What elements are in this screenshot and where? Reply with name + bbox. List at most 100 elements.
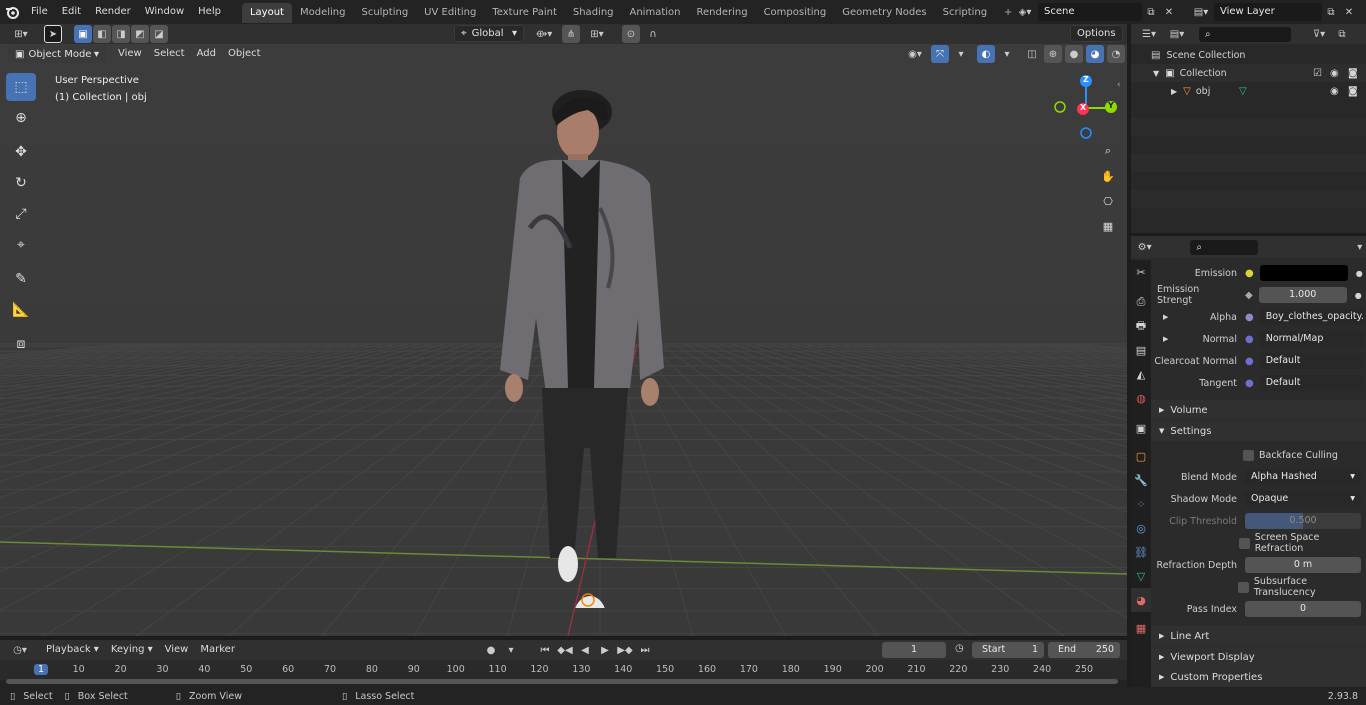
tab-animation[interactable]: Animation — [622, 3, 689, 23]
clearcoat-normal-field[interactable]: Default — [1259, 353, 1364, 369]
scene-new-icon[interactable]: ⧉ — [1142, 3, 1160, 21]
backface-culling-checkbox[interactable] — [1243, 449, 1254, 461]
proportional-edit-icon[interactable]: ⊙ — [622, 25, 640, 43]
gizmo-toggle-icon[interactable]: ⤧ — [931, 45, 949, 63]
menu-help[interactable]: Help — [191, 0, 228, 24]
outliner-search-field[interactable]: ⌕ — [1199, 26, 1291, 42]
editor-type-icon[interactable]: ⊞▾ — [6, 25, 36, 43]
tab-texture-paint[interactable]: Texture Paint — [484, 3, 565, 23]
properties-search-field[interactable]: ⌕ — [1190, 239, 1258, 255]
keyframe-dot-icon[interactable]: ● — [1356, 269, 1363, 278]
view-layer-tab-icon[interactable]: ▤ — [1131, 338, 1151, 362]
timeline-menu-view[interactable]: View — [159, 641, 195, 659]
mesh-data-icon[interactable]: ▽ — [1239, 86, 1247, 97]
snap-element-icon[interactable]: ⊞▾ — [584, 25, 610, 43]
sidebar-toggle-icon[interactable]: ‹ — [1117, 80, 1121, 90]
eye-icon[interactable]: ◉ — [1330, 86, 1339, 97]
xray-toggle-icon[interactable]: ◫ — [1023, 45, 1041, 63]
gizmo-dropdown-icon[interactable]: ▾ — [952, 45, 970, 63]
filter-icon[interactable]: ⊽▾ — [1305, 25, 1333, 43]
mode-new-icon[interactable]: ▣ — [74, 25, 92, 43]
tab-uv-editing[interactable]: UV Editing — [416, 3, 484, 23]
record-icon[interactable]: ● — [482, 641, 500, 659]
mode-dropdown[interactable]: ▣ Object Mode ▾ — [8, 45, 106, 63]
blender-logo-icon[interactable] — [0, 0, 24, 24]
ssr-checkbox[interactable] — [1239, 537, 1250, 549]
scene-tab-icon[interactable]: ◭ — [1131, 362, 1151, 386]
emission-color-swatch[interactable] — [1259, 265, 1348, 281]
navigation-gizmo[interactable]: Z Y X — [1052, 72, 1120, 140]
subsurface-row[interactable]: Subsurface Translucency — [1151, 576, 1366, 598]
annotate-tool-icon[interactable]: ✎ — [6, 265, 36, 293]
tab-layout[interactable]: Layout — [241, 3, 292, 23]
outliner-editor-type-icon[interactable]: ☰▾ — [1135, 25, 1163, 43]
active-tool-select-icon[interactable]: ➤ — [44, 25, 62, 43]
data-tab-icon[interactable]: ▽ — [1131, 564, 1151, 588]
timeline-menu-playback[interactable]: Playback ▾ — [40, 641, 105, 659]
camera-icon[interactable]: ◙ — [1348, 68, 1358, 79]
menu-window[interactable]: Window — [138, 0, 191, 24]
clip-threshold-slider[interactable]: 0.500 — [1245, 513, 1361, 529]
timeline-menu-keying[interactable]: Keying ▾ — [105, 641, 159, 659]
menu-render[interactable]: Render — [88, 0, 138, 24]
display-mode-icon[interactable]: ▤▾ — [1163, 25, 1191, 43]
timeline-scrollbar[interactable] — [6, 679, 1118, 684]
menu-file[interactable]: File — [24, 0, 55, 24]
tab-shading[interactable]: Shading — [565, 3, 622, 23]
pan-hand-icon[interactable]: ✋ — [1097, 165, 1119, 187]
camera-view-icon[interactable]: ⎔ — [1097, 190, 1119, 212]
next-keyframe-icon[interactable]: ▶◆ — [616, 641, 634, 659]
transform-tool-icon[interactable]: ⌖ — [6, 231, 36, 259]
properties-editor-type-icon[interactable]: ⚙▾ — [1135, 238, 1154, 256]
refraction-depth-field[interactable]: 0 m — [1245, 557, 1361, 573]
particles-tab-icon[interactable]: ⁘ — [1131, 492, 1151, 516]
volume-section-header[interactable]: ▶ Volume — [1151, 400, 1366, 420]
viewport-menu-object[interactable]: Object — [222, 45, 267, 63]
outliner-row-scene-collection[interactable]: ▤ Scene Collection — [1131, 46, 1366, 64]
mode-subtract-icon[interactable]: ◨ — [112, 25, 130, 43]
prev-keyframe-icon[interactable]: ◆◀ — [556, 641, 574, 659]
current-frame-field[interactable]: 1 — [882, 642, 946, 658]
object-tab-icon[interactable]: ▢ — [1131, 444, 1151, 468]
emission-strength-field[interactable]: 1.000 — [1258, 287, 1347, 303]
settings-section-header[interactable]: ▼ Settings — [1151, 421, 1366, 441]
visibility-icon[interactable]: ◉▾ — [902, 45, 928, 63]
view-layer-new-icon[interactable]: ⧉ — [1322, 3, 1340, 21]
timeline-editor-type-icon[interactable]: ◷▾ — [6, 641, 34, 659]
keyframe-dot-icon[interactable]: ● — [1355, 291, 1362, 300]
tab-sculpting[interactable]: Sculpting — [353, 3, 416, 23]
mode-intersect-icon[interactable]: ◪ — [150, 25, 168, 43]
shading-material-icon[interactable]: ◕ — [1086, 45, 1104, 63]
viewport-menu-view[interactable]: View — [112, 45, 148, 63]
record-options-icon[interactable]: ▾ — [502, 641, 520, 659]
frame-ruler[interactable]: 1 10 20 30 40 50 60 70 80 90 100 110 120 130 140 150 160… — [0, 660, 1127, 680]
blend-mode-dropdown[interactable]: Alpha Hashed ▾ — [1245, 469, 1361, 485]
jump-start-icon[interactable]: ⏮ — [536, 641, 554, 659]
viewport-display-section-header[interactable]: ▶ Viewport Display — [1151, 647, 1366, 667]
custom-properties-section-header[interactable]: ▶ Custom Properties — [1151, 667, 1366, 687]
measure-tool-icon[interactable]: 📐 — [6, 296, 36, 324]
scene-browse-icon[interactable]: ◈▾ — [1012, 3, 1038, 21]
snap-toggle-icon[interactable]: ⋔ — [562, 25, 580, 43]
tab-scripting[interactable]: Scripting — [935, 3, 995, 23]
ortho-toggle-icon[interactable]: ▦ — [1097, 215, 1119, 237]
expand-arrow-icon[interactable]: ▶ — [1163, 335, 1168, 343]
start-frame-field[interactable]: Start 1 — [972, 642, 1044, 658]
overlay-toggle-icon[interactable]: ◐ — [977, 45, 995, 63]
tool-tab-icon[interactable]: ✂ — [1131, 260, 1151, 284]
tangent-field[interactable]: Default — [1259, 375, 1364, 391]
overlay-dropdown-icon[interactable]: ▾ — [998, 45, 1016, 63]
modifier-tab-icon[interactable]: 🔧 — [1131, 468, 1151, 492]
shadow-mode-dropdown[interactable]: Opaque ▾ — [1245, 491, 1361, 507]
play-reverse-icon[interactable]: ◀ — [576, 641, 594, 659]
properties-options-icon[interactable]: ▾ — [1354, 238, 1366, 256]
physics-tab-icon[interactable]: ◎ — [1131, 516, 1151, 540]
transform-orientation-dropdown[interactable]: ⌖ Global ▾ — [454, 25, 524, 42]
timeline-menu-marker[interactable]: Marker — [194, 641, 241, 659]
tab-compositing[interactable]: Compositing — [756, 3, 835, 23]
3d-viewport[interactable]: User Perspective (1) Collection | obj Z … — [0, 44, 1127, 636]
pivot-point-icon[interactable]: ⟴▾ — [530, 25, 558, 43]
outliner-row-obj[interactable]: ▶ ▽ obj ▽ ◉ ◙ — [1131, 82, 1366, 100]
shading-wireframe-icon[interactable]: ⊕ — [1044, 45, 1062, 63]
tab-geometry-nodes[interactable]: Geometry Nodes — [834, 3, 934, 23]
